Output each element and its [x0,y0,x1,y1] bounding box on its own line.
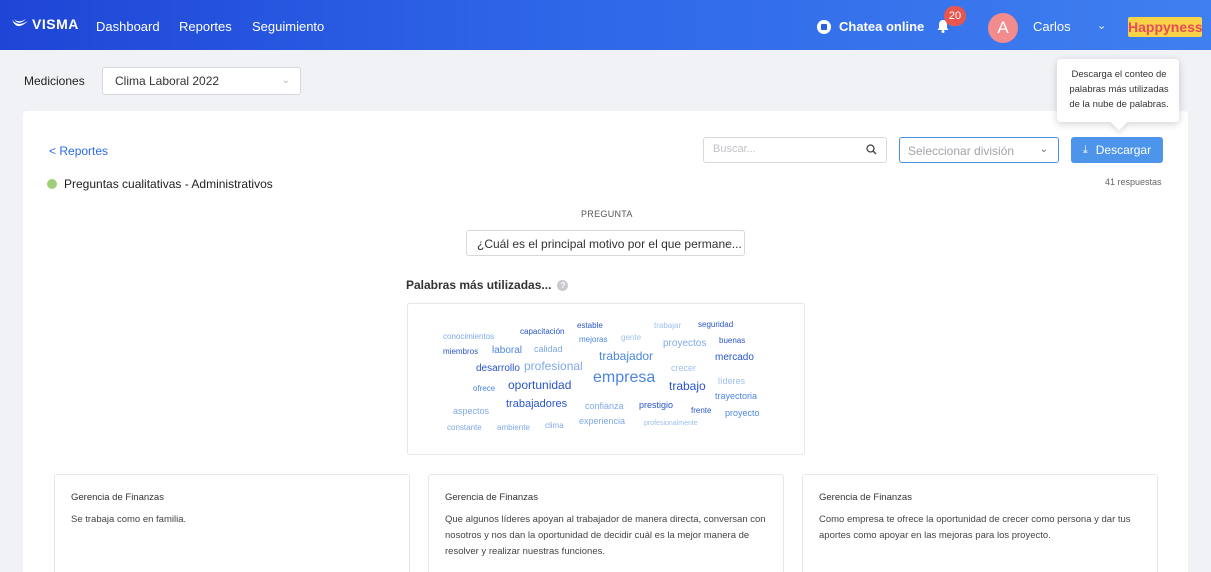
comment-card: Gerencia de Finanzas Que algunos líderes… [428,474,784,572]
chat-icon [817,19,831,34]
cloud-word: proyecto [725,408,760,418]
cloud-word: profesionalmente [644,420,698,427]
cloud-word: constante [447,423,482,432]
pencil-icon [47,179,57,189]
search-icon[interactable] [866,144,877,155]
pregunta-value: ¿Cuál es el principal motivo por el que … [477,237,742,251]
cloud-word: prestigio [639,400,674,410]
cloud-word: líderes [718,376,746,386]
division-select[interactable]: Seleccionar división ⌄ [899,137,1059,163]
comment-title: Gerencia de Finanzas [819,492,912,503]
chevron-left-icon: < [49,144,57,158]
cloud-word: trayectoria [715,391,758,401]
back-label: Reportes [59,144,109,158]
cloud-word: miembros [443,347,479,356]
cloud-word: buenas [719,336,746,345]
comment-card: Gerencia de Finanzas Como empresa te ofr… [802,474,1158,572]
download-label: Descargar [1095,143,1152,157]
cloud-word: capacitación [520,327,565,336]
chevron-down-icon: ⌄ [725,237,734,248]
mediciones-value: Clima Laboral 2022 [115,74,220,88]
download-icon: ⤓ [1082,143,1088,156]
section-title: Preguntas cualitativas - Administrativos [47,177,273,191]
cloud-word: oportunidad [508,378,572,392]
pregunta-label: PREGUNTA [581,209,633,219]
pregunta-select[interactable]: ¿Cuál es el principal motivo por el que … [466,230,745,256]
mediciones-label: Mediciones [24,74,85,88]
comment-text: Se trabaja como en familia. [71,514,187,525]
comment-text: Que algunos líderes apoyan al trabajador… [445,514,766,557]
comment-title: Gerencia de Finanzas [71,492,164,503]
cloud-word: mejoras [579,335,608,344]
cloud-word: trabajar [654,321,682,330]
cloud-word: trabajo [669,379,706,393]
chat-online-button[interactable]: Chatea online [817,19,924,34]
cloud-word: conocimientos [443,332,495,341]
word-cloud: conocimientos capacitación estable mejor… [407,303,805,455]
username[interactable]: Carlos [1033,19,1071,34]
comment-text: Como empresa te ofrece la oportunidad de… [819,514,1131,541]
cloud-word: laboral [492,345,523,356]
happyness-logo[interactable]: Happyness [1128,17,1203,37]
section-title-text: Preguntas cualitativas - Administrativos [64,177,273,191]
cloud-word: ofrece [473,384,496,393]
chevron-down-icon[interactable]: ⌄ [1097,19,1106,32]
cloud-word: aspectos [453,406,490,416]
cloud-word: trabajadores [506,398,568,410]
nav-dashboard[interactable]: Dashboard [96,19,160,34]
mediciones-select[interactable]: Clima Laboral 2022 ⌄ [102,67,301,95]
nav-seguimiento[interactable]: Seguimiento [252,19,324,34]
notification-badge: 20 [944,6,966,26]
cloud-word: confianza [585,401,624,411]
download-tooltip: Descarga el conteo de palabras más utili… [1057,59,1179,122]
chevron-down-icon: ⌄ [1039,144,1048,155]
visma-logo[interactable]: VISMA [12,16,79,32]
cloud-word: estable [577,321,603,330]
nav-reportes[interactable]: Reportes [179,19,232,34]
word-cloud-title-text: Palabras más utilizadas... [406,278,552,292]
logo-text: VISMA [32,16,79,32]
cloud-word: gente [621,333,642,342]
comment-card: Gerencia de Finanzas Se trabaja como en … [54,474,410,572]
chevron-down-icon: ⌄ [281,75,290,86]
help-icon[interactable]: ? [557,279,569,291]
download-button[interactable]: ⤓ Descargar [1071,137,1163,163]
comment-title: Gerencia de Finanzas [445,492,538,503]
cloud-word: profesional [524,359,583,373]
search-input[interactable] [713,143,853,155]
cloud-word: crecer [671,363,697,373]
visma-mark-icon [12,19,28,27]
cloud-word: clima [545,421,564,430]
cloud-word: calidad [534,344,563,354]
back-link[interactable]: < Reportes [49,144,108,158]
cloud-word: empresa [593,369,656,386]
top-navbar: VISMA Dashboard Reportes Seguimiento Cha… [0,0,1211,50]
cloud-word: seguridad [698,320,734,329]
word-cloud-title: Palabras más utilizadas... ? [406,278,569,292]
chat-label: Chatea online [839,19,925,34]
search-box[interactable] [703,137,887,163]
cloud-word: experiencia [579,416,626,426]
cloud-word: ambiente [497,423,530,432]
cloud-word: frente [691,406,712,415]
cloud-word: mercado [715,352,754,363]
avatar[interactable]: A [988,13,1018,43]
division-placeholder: Seleccionar división [908,144,1015,158]
cloud-word: proyectos [663,338,707,349]
cloud-word: trabajador [599,349,654,363]
cloud-word: desarrollo [476,363,520,374]
response-count: 41 respuestas [1105,177,1162,187]
